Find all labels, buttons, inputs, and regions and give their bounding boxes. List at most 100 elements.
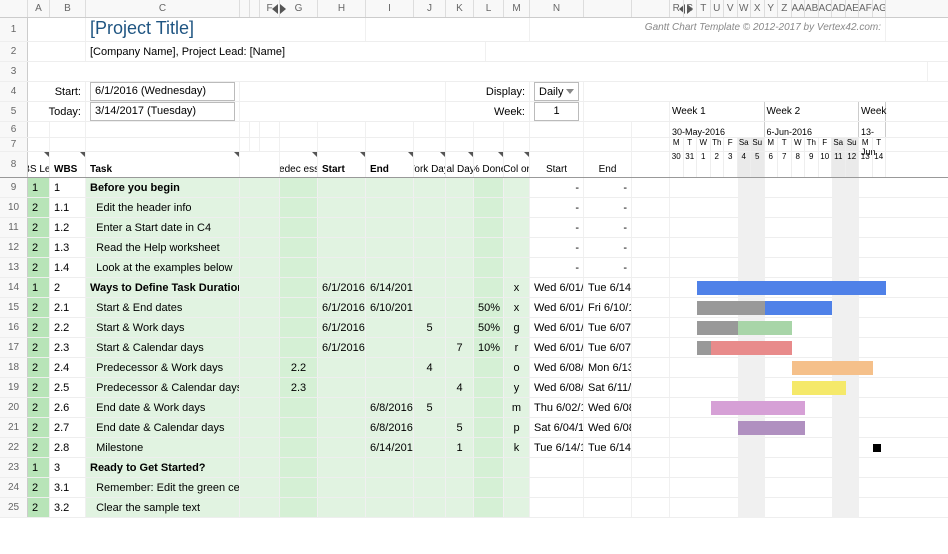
cell[interactable] bbox=[240, 398, 280, 417]
color-cell[interactable]: p bbox=[504, 418, 530, 437]
wbs-cell[interactable]: 2.5 bbox=[50, 378, 86, 397]
row-header[interactable]: 19 bbox=[0, 378, 28, 397]
cell[interactable] bbox=[240, 218, 280, 237]
col-header[interactable]: C bbox=[86, 0, 240, 17]
task-cell[interactable]: Start & Calendar days bbox=[86, 338, 240, 357]
cell[interactable] bbox=[240, 318, 280, 337]
col-header[interactable] bbox=[632, 0, 670, 17]
cell[interactable] bbox=[318, 138, 366, 151]
cell[interactable] bbox=[632, 318, 670, 337]
start-cell[interactable] bbox=[318, 478, 366, 497]
start-cell[interactable]: 6/1/2016 bbox=[318, 338, 366, 357]
start-cell[interactable] bbox=[318, 358, 366, 377]
cell[interactable] bbox=[240, 102, 446, 121]
start-cell[interactable]: 6/1/2016 bbox=[318, 318, 366, 337]
predecessor-cell[interactable] bbox=[280, 258, 318, 277]
color-cell[interactable] bbox=[504, 498, 530, 517]
cell[interactable] bbox=[474, 122, 504, 137]
work-days-cell[interactable] bbox=[414, 438, 446, 457]
wbs-level-cell[interactable]: 2 bbox=[28, 338, 50, 357]
cell[interactable] bbox=[240, 138, 250, 151]
row-header[interactable]: 18 bbox=[0, 358, 28, 377]
cell[interactable] bbox=[632, 218, 670, 237]
cell[interactable] bbox=[584, 102, 670, 121]
work-days-cell[interactable]: 5 bbox=[414, 318, 446, 337]
cell[interactable] bbox=[250, 138, 260, 151]
cal-days-cell[interactable] bbox=[446, 498, 474, 517]
filter-icon[interactable] bbox=[440, 152, 445, 157]
cell[interactable] bbox=[240, 358, 280, 377]
cell[interactable] bbox=[250, 122, 260, 137]
start-cell[interactable] bbox=[318, 218, 366, 237]
col-header[interactable]: N bbox=[530, 0, 584, 17]
cell[interactable] bbox=[260, 138, 280, 151]
cell[interactable] bbox=[632, 138, 670, 151]
col-header[interactable]: AC bbox=[819, 0, 833, 17]
cal-days-cell[interactable] bbox=[446, 298, 474, 317]
cell[interactable] bbox=[280, 138, 318, 151]
work-days-cell[interactable] bbox=[414, 198, 446, 217]
predecessor-cell[interactable] bbox=[280, 218, 318, 237]
end-cell[interactable] bbox=[366, 258, 414, 277]
cell[interactable] bbox=[50, 122, 86, 137]
start-cell[interactable] bbox=[318, 378, 366, 397]
wbs-level-cell[interactable]: 2 bbox=[28, 418, 50, 437]
start-input[interactable]: 6/1/2016 (Wednesday) bbox=[86, 82, 240, 101]
end-cell[interactable] bbox=[366, 498, 414, 517]
cell[interactable] bbox=[632, 238, 670, 257]
cell[interactable] bbox=[632, 458, 670, 477]
wbs-level-cell[interactable]: 2 bbox=[28, 198, 50, 217]
color-cell[interactable]: r bbox=[504, 338, 530, 357]
cell[interactable] bbox=[240, 298, 280, 317]
work-days-cell[interactable] bbox=[414, 218, 446, 237]
cell[interactable] bbox=[366, 122, 414, 137]
task-cell[interactable]: Read the Help worksheet bbox=[86, 238, 240, 257]
cell[interactable] bbox=[86, 138, 240, 151]
cal-days-cell[interactable] bbox=[446, 218, 474, 237]
cell[interactable] bbox=[28, 138, 50, 151]
wbs-cell[interactable]: 1.2 bbox=[50, 218, 86, 237]
start-cell[interactable] bbox=[318, 258, 366, 277]
end-cell[interactable]: 6/14/2016 bbox=[366, 278, 414, 297]
cell[interactable] bbox=[632, 178, 670, 197]
cell[interactable] bbox=[240, 178, 280, 197]
wbs-cell[interactable]: 2.3 bbox=[50, 338, 86, 357]
wbs-level-cell[interactable]: 2 bbox=[28, 318, 50, 337]
predecessor-cell[interactable] bbox=[280, 318, 318, 337]
row-header[interactable]: 21 bbox=[0, 418, 28, 437]
cell[interactable] bbox=[584, 122, 632, 137]
row-header[interactable]: 15 bbox=[0, 298, 28, 317]
end-cell[interactable]: 6/14/2016 bbox=[366, 438, 414, 457]
pct-done-cell[interactable] bbox=[474, 498, 504, 517]
cell[interactable] bbox=[584, 138, 632, 151]
wbs-level-cell[interactable]: 2 bbox=[28, 378, 50, 397]
week-input[interactable]: 1 bbox=[530, 102, 584, 121]
cal-days-cell[interactable] bbox=[446, 238, 474, 257]
start-cell[interactable] bbox=[318, 438, 366, 457]
col-header[interactable]: AG bbox=[873, 0, 887, 17]
predecessor-cell[interactable]: 2.3 bbox=[280, 378, 318, 397]
cal-days-cell[interactable] bbox=[446, 398, 474, 417]
work-days-cell[interactable] bbox=[414, 298, 446, 317]
col-header[interactable]: H bbox=[318, 0, 366, 17]
cell[interactable] bbox=[446, 122, 474, 137]
wbs-cell[interactable]: 2.8 bbox=[50, 438, 86, 457]
col-header[interactable]: AD bbox=[832, 0, 846, 17]
task-cell[interactable]: Before you begin bbox=[86, 178, 240, 197]
filter-icon[interactable] bbox=[44, 152, 49, 157]
col-header[interactable]: AA bbox=[792, 0, 806, 17]
cell[interactable] bbox=[632, 278, 670, 297]
end-cell[interactable] bbox=[366, 318, 414, 337]
col-header[interactable]: M bbox=[504, 0, 530, 17]
predecessor-cell[interactable] bbox=[280, 278, 318, 297]
cell[interactable] bbox=[240, 418, 280, 437]
wbs-level-cell[interactable]: 2 bbox=[28, 498, 50, 517]
cal-days-cell[interactable] bbox=[446, 258, 474, 277]
cell[interactable] bbox=[632, 478, 670, 497]
pct-done-cell[interactable] bbox=[474, 378, 504, 397]
cell[interactable] bbox=[504, 122, 530, 137]
cell[interactable] bbox=[240, 198, 280, 217]
work-days-cell[interactable] bbox=[414, 238, 446, 257]
cell[interactable] bbox=[474, 138, 504, 151]
cell[interactable] bbox=[632, 298, 670, 317]
